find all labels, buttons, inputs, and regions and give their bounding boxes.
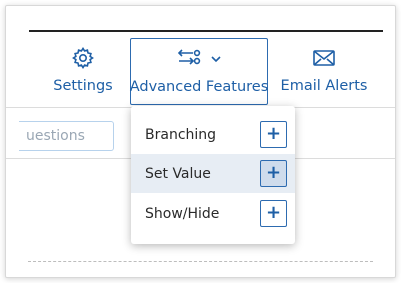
- dashed-divider: [28, 261, 373, 262]
- dropdown-item-label: Set Value: [145, 165, 211, 182]
- dropdown-item-set-value[interactable]: Set Value +: [131, 154, 295, 193]
- dropdown-item-label: Branching: [145, 126, 217, 143]
- advanced-features-label: Advanced Features: [129, 79, 269, 95]
- chevron-down-icon: [211, 51, 221, 67]
- dropdown-item-label: Show/Hide: [145, 205, 220, 222]
- plus-icon[interactable]: +: [260, 121, 287, 148]
- branch-arrows-icon: [177, 46, 205, 72]
- envelope-icon: [313, 46, 335, 70]
- dropdown-item-show-hide[interactable]: Show/Hide +: [131, 194, 295, 233]
- dropdown-item-branching[interactable]: Branching +: [131, 115, 295, 154]
- settings-button[interactable]: Settings: [46, 44, 120, 102]
- email-alerts-button[interactable]: Email Alerts: [274, 44, 374, 102]
- plus-icon[interactable]: +: [260, 200, 287, 227]
- questions-label: uestions: [26, 128, 85, 144]
- email-alerts-label: Email Alerts: [280, 78, 368, 94]
- top-divider: [29, 30, 383, 32]
- gear-icon: [71, 46, 95, 70]
- advanced-features-button[interactable]: Advanced Features: [130, 38, 268, 105]
- advanced-features-dropdown: Branching + Set Value + Show/Hide +: [131, 106, 295, 244]
- plus-icon[interactable]: +: [260, 160, 287, 187]
- questions-button[interactable]: uestions: [19, 121, 114, 151]
- app-window: Settings Advanced Features Email Alerts …: [5, 5, 396, 278]
- settings-label: Settings: [53, 78, 113, 94]
